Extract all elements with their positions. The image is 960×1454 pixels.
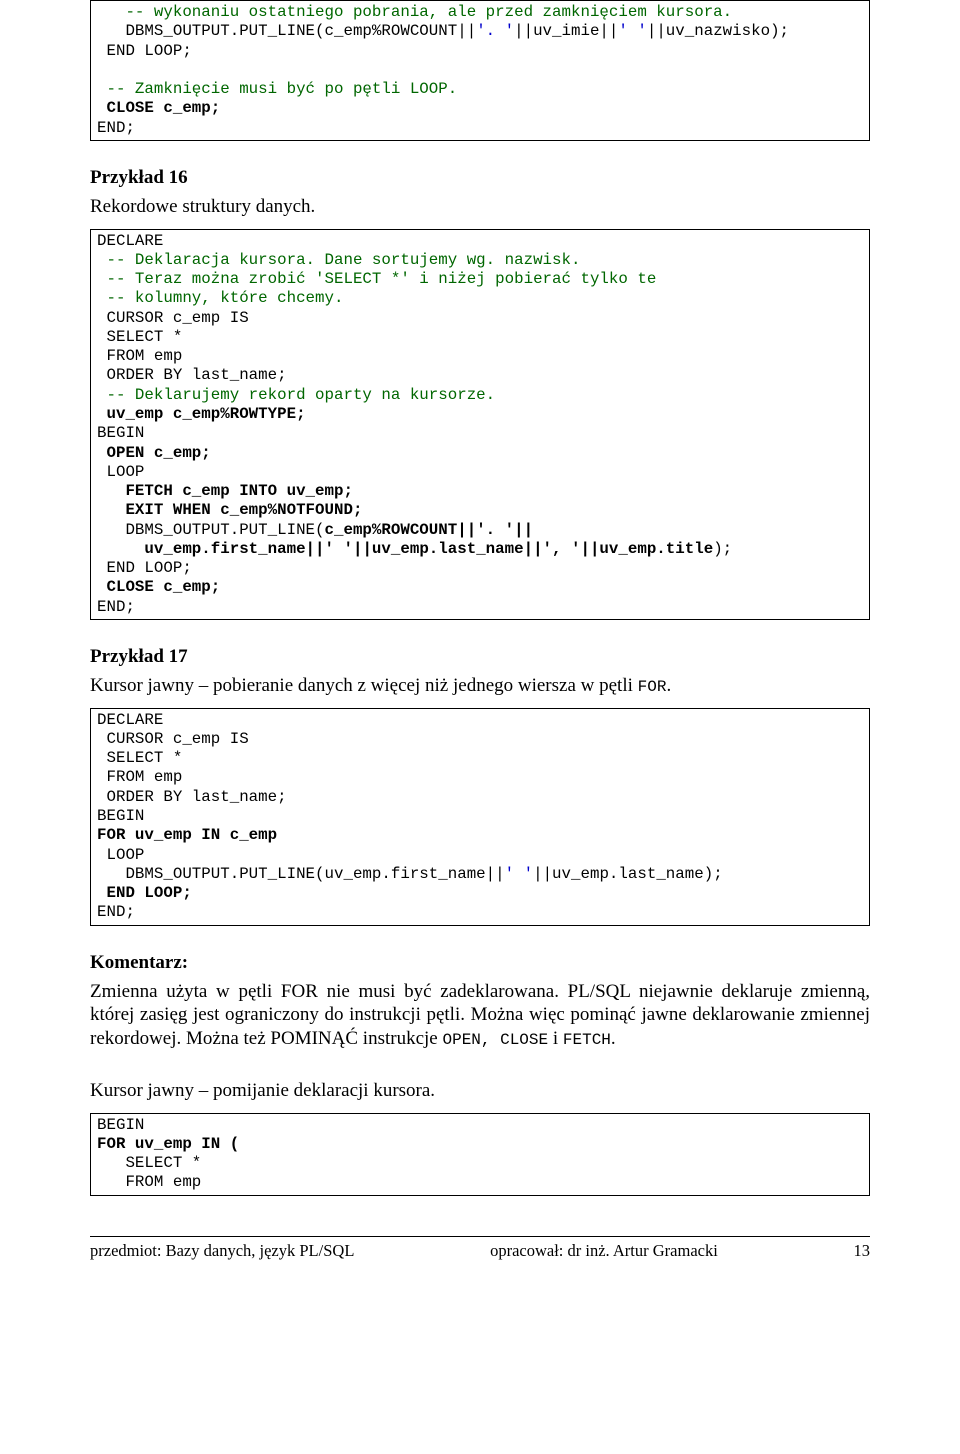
code-line: ||uv_nazwisko); (647, 22, 789, 40)
code-comment: -- Deklarujemy rekord oparty na kursorze… (97, 386, 495, 404)
code-line: BEGIN (97, 807, 144, 825)
paragraph-comment: Zmienna użyta w pętli FOR nie musi być z… (90, 980, 870, 1051)
footer-author: opracował: dr inż. Artur Gramacki (490, 1241, 718, 1261)
code-line: DECLARE (97, 232, 163, 250)
code-line: FETCH c_emp INTO uv_emp; (97, 482, 353, 500)
code-line (97, 540, 144, 558)
code-string: '. ' (476, 22, 514, 40)
heading-example-17: Przykład 17 (90, 646, 870, 668)
text: i (548, 1028, 563, 1049)
code-line: FROM emp (97, 768, 182, 786)
code-block-4: BEGIN FOR uv_emp IN ( SELECT * FROM emp (90, 1113, 870, 1196)
code-line: CURSOR c_emp IS (97, 309, 249, 327)
text: . (611, 1028, 616, 1049)
code-comment: -- Deklaracja kursora. Dane sortujemy wg… (97, 251, 580, 269)
code-line: SELECT * (97, 749, 182, 767)
code-line: END LOOP; (97, 42, 192, 60)
text: . (666, 675, 671, 696)
heading-example-16: Przykład 16 (90, 167, 870, 189)
code-line: ORDER BY last_name; (97, 788, 287, 806)
code-line: SELECT * (97, 328, 182, 346)
spacer (90, 1061, 870, 1079)
code-line: CLOSE c_emp; (97, 578, 220, 596)
paragraph-skip-cursor: Kursor jawny – pomijanie deklaracji kurs… (90, 1079, 870, 1103)
heading-comment: Komentarz: (90, 952, 870, 974)
code-line: END; (97, 903, 135, 921)
code-line: ||uv_emp.last_name); (533, 865, 723, 883)
code-line: END; (97, 119, 135, 137)
code-line: BEGIN (97, 424, 144, 442)
code-line: END LOOP; (97, 559, 192, 577)
code-comment: -- kolumny, które chcemy. (97, 289, 343, 307)
inline-code: FETCH (563, 1031, 611, 1049)
code-bold: c_emp%ROWCOUNT||'. '|| (325, 521, 534, 539)
paragraph-example-17: Kursor jawny – pobieranie danych z więce… (90, 674, 870, 698)
code-line: ||uv_imie|| (514, 22, 618, 40)
code-line: END LOOP; (97, 884, 192, 902)
code-string: ' ' (505, 865, 533, 883)
inline-code: FOR (638, 678, 667, 696)
code-line: FROM emp (97, 1173, 201, 1191)
page-footer: przedmiot: Bazy danych, język PL/SQL opr… (90, 1236, 870, 1261)
inline-code: OPEN, CLOSE (442, 1031, 548, 1049)
code-line: FROM emp (97, 347, 182, 365)
code-line: CURSOR c_emp IS (97, 730, 249, 748)
code-line: ORDER BY last_name; (97, 366, 287, 384)
code-string: ' ' (618, 22, 646, 40)
text: Kursor jawny – pobieranie danych z więce… (90, 675, 638, 696)
code-line: FOR uv_emp IN c_emp (97, 826, 277, 844)
code-line: END; (97, 598, 135, 616)
code-line: LOOP (97, 463, 144, 481)
code-bold: uv_emp.first_name||' '||uv_emp.last_name… (144, 540, 713, 558)
code-comment: -- Teraz można zrobić 'SELECT *' i niżej… (97, 270, 656, 288)
code-line: SELECT * (97, 1154, 201, 1172)
code-comment: -- Zamknięcie musi być po pętli LOOP. (97, 80, 457, 98)
code-line: BEGIN (97, 1116, 144, 1134)
code-block-2: DECLARE -- Deklaracja kursora. Dane sort… (90, 229, 870, 620)
paragraph-example-16: Rekordowe struktury danych. (90, 195, 870, 219)
code-line: OPEN c_emp; (97, 444, 211, 462)
code-line: ); (713, 540, 732, 558)
footer-page-number: 13 (854, 1241, 871, 1261)
code-block-1: -- wykonaniu ostatniego pobrania, ale pr… (90, 0, 870, 141)
code-line: CLOSE c_emp; (97, 99, 220, 117)
code-line: DBMS_OUTPUT.PUT_LINE( (97, 521, 325, 539)
code-line: LOOP (97, 846, 144, 864)
code-line: uv_emp c_emp%ROWTYPE; (97, 405, 306, 423)
page: -- wykonaniu ostatniego pobrania, ale pr… (0, 0, 960, 1291)
footer-subject: przedmiot: Bazy danych, język PL/SQL (90, 1241, 354, 1261)
code-line: FOR uv_emp IN ( (97, 1135, 239, 1153)
code-line: DBMS_OUTPUT.PUT_LINE(uv_emp.first_name|| (97, 865, 505, 883)
code-comment: -- wykonaniu ostatniego pobrania, ale pr… (97, 3, 732, 21)
code-line: EXIT WHEN c_emp%NOTFOUND; (97, 501, 362, 519)
code-block-3: DECLARE CURSOR c_emp IS SELECT * FROM em… (90, 708, 870, 926)
code-line: DBMS_OUTPUT.PUT_LINE(c_emp%ROWCOUNT|| (97, 22, 476, 40)
code-line: DECLARE (97, 711, 163, 729)
